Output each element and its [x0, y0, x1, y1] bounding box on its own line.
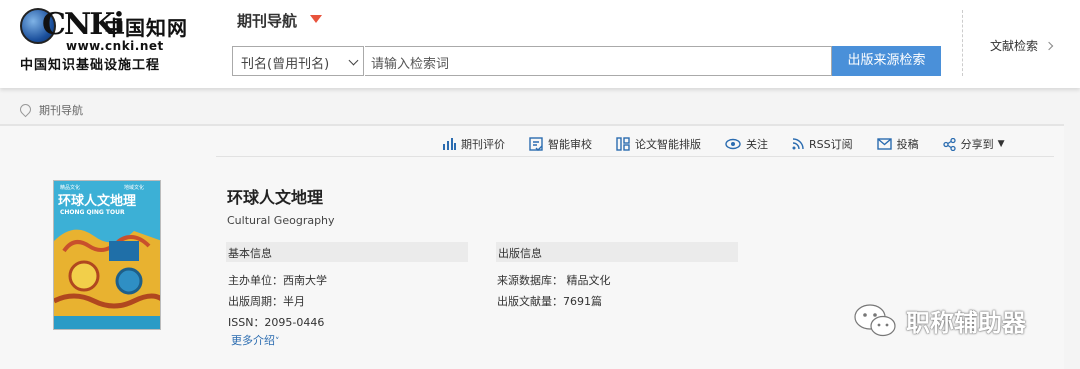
tool-submit[interactable]: 投稿 — [876, 134, 919, 154]
caret-down-icon[interactable] — [310, 15, 322, 23]
review-doc-icon — [529, 137, 543, 151]
cover-illustration: 精品文化 地域文化 环球人文地理 CHONG QING TOUR — [54, 181, 160, 329]
more-intro-label: 更多介绍 — [231, 334, 275, 347]
tool-label: 关注 — [746, 138, 768, 151]
source-search-button[interactable]: 出版来源检索 — [832, 46, 941, 76]
caret-down-icon: ▼ — [997, 139, 1005, 149]
tool-share[interactable]: 分享到 ▼ — [942, 134, 1005, 154]
toolbar-divider — [216, 156, 1054, 157]
publication-count-info: 出版文献量：7691篇 — [497, 295, 602, 308]
tool-label: 投稿 — [896, 138, 919, 151]
issn-info: ISSN：2095-0446 — [228, 316, 325, 329]
mail-icon — [876, 138, 892, 150]
tool-smart-review[interactable]: 智能审校 — [529, 134, 592, 154]
journal-nav-menu[interactable]: 期刊导航 — [237, 10, 297, 31]
tool-follow[interactable]: 关注 — [725, 134, 768, 154]
literature-search-link[interactable]: 文献检索 — [990, 37, 1054, 54]
tool-label: RSS订阅 — [809, 138, 853, 151]
tool-label: 期刊评价 — [461, 138, 505, 151]
journal-title: 环球人文地理 — [227, 188, 324, 207]
search-placeholder: 请输入检索词 — [371, 57, 450, 72]
cover-title-en: CHONG QING TOUR — [60, 209, 125, 216]
top-header: CNKi 中国知网 www.cnki.net 中国知识基础设施工程 期刊导航 刊… — [0, 0, 1080, 88]
tool-label: 论文智能排版 — [635, 138, 701, 151]
tool-label: 智能审校 — [548, 138, 592, 151]
journal-cover-image[interactable]: 精品文化 地域文化 环球人文地理 CHONG QING TOUR — [53, 180, 161, 330]
logo-slogan: 中国知识基础设施工程 — [20, 58, 161, 73]
layout-icon — [616, 137, 630, 151]
chevron-right-icon — [1044, 41, 1054, 51]
cover-top-right: 地域文化 — [124, 184, 144, 191]
more-intro-link[interactable]: 更多介绍˅ — [231, 332, 280, 348]
search-field-select[interactable]: 刊名(曾用刊名) — [232, 46, 364, 76]
eye-icon — [725, 138, 741, 150]
journal-title-en: Cultural Geography — [227, 214, 335, 227]
cover-title-cn: 环球人文地理 — [58, 193, 136, 209]
header-divider — [962, 10, 963, 76]
watermark-text: 职称辅助器 — [906, 308, 1026, 337]
breadcrumb: 期刊导航 — [17, 101, 83, 118]
share-icon — [942, 137, 956, 151]
tool-rss[interactable]: RSS订阅 — [792, 134, 853, 154]
chevron-down-icon — [348, 55, 359, 66]
tool-label: 分享到 — [960, 138, 994, 151]
logo-brand-cn: 中国知网 — [104, 16, 188, 40]
logo-url: www.cnki.net — [66, 39, 164, 53]
tool-smart-layout[interactable]: 论文智能排版 — [616, 134, 701, 154]
source-database-info: 来源数据库： 精品文化 — [497, 274, 611, 287]
sponsor-info: 主办单位：西南大学 — [228, 274, 327, 287]
wechat-icon — [854, 304, 896, 337]
location-pin-icon — [17, 101, 34, 118]
publication-info-heading: 出版信息 — [496, 242, 738, 262]
basic-info-heading: 基本信息 — [226, 242, 468, 262]
breadcrumb-journal-nav[interactable]: 期刊导航 — [39, 104, 83, 117]
tool-journal-evaluation[interactable]: 期刊评价 — [442, 134, 505, 154]
wechat-watermark: 职称辅助器 — [852, 300, 1026, 340]
publication-cycle-info: 出版周期：半月 — [228, 295, 305, 308]
cover-top-left: 精品文化 — [60, 184, 80, 191]
search-field-value: 刊名(曾用刊名) — [241, 57, 330, 72]
cnki-logo[interactable]: CNKi 中国知网 www.cnki.net 中国知识基础设施工程 — [20, 8, 190, 73]
literature-search-label: 文献检索 — [990, 39, 1039, 53]
rss-icon — [792, 138, 804, 150]
double-chevron-down-icon: ˅ — [275, 337, 280, 347]
search-input[interactable]: 请输入检索词 — [365, 46, 832, 76]
journal-toolbar: 期刊评价 智能审校 论文智能排版 关注 RSS订阅 投稿 分享到 ▼ — [442, 134, 1029, 154]
bar-chart-icon — [443, 138, 456, 150]
